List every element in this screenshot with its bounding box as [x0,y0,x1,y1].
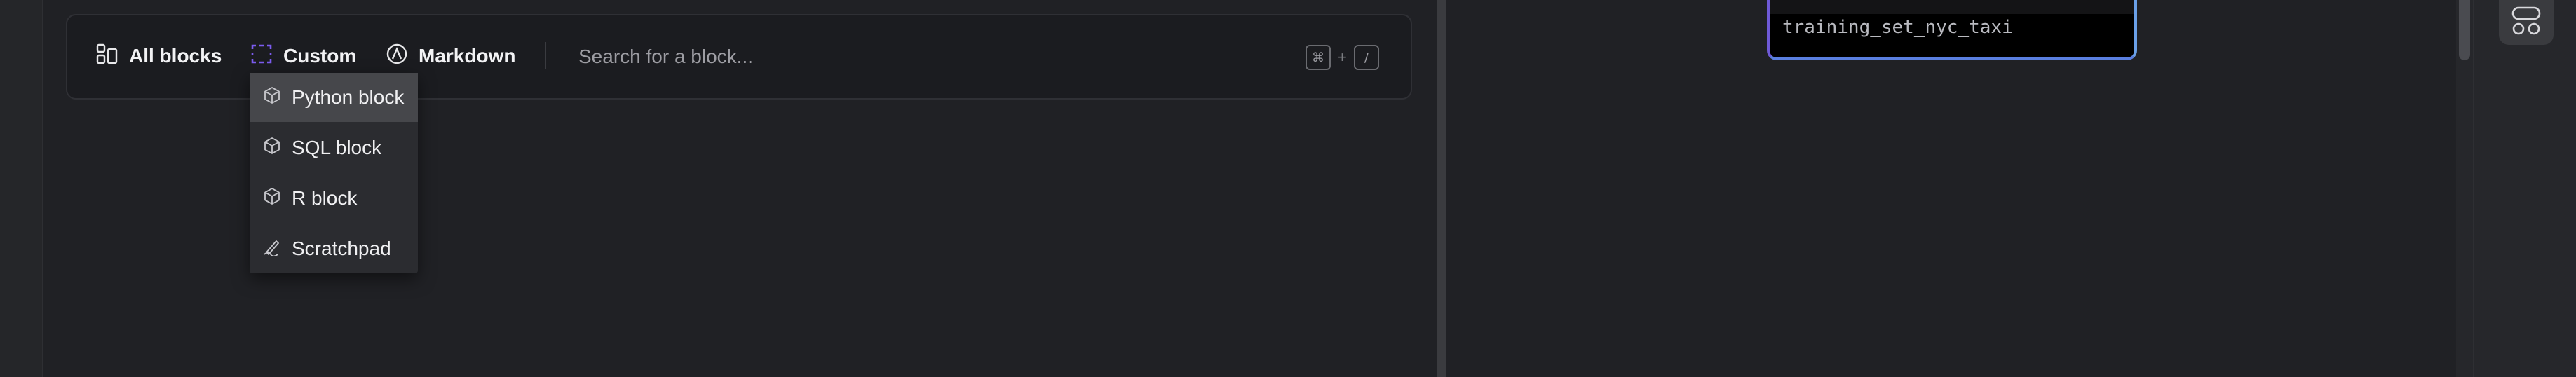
menu-item-label: Scratchpad [292,238,391,259]
vertical-scrollbar[interactable] [2456,0,2473,377]
left-gutter [0,0,43,377]
right-sidebar-rail [2473,0,2576,377]
menu-item-sql-block[interactable]: SQL block [250,123,418,172]
graph-node-block[interactable]: training_set_nyc_taxi [1767,0,2137,60]
custom-block-icon [250,42,273,71]
toggle-panel-button[interactable] [2499,0,2554,45]
blocks-icon [95,42,119,71]
block-search-input[interactable] [577,36,1211,77]
slash-key: / [1353,45,1379,70]
cube-icon [262,85,282,110]
all-blocks-button[interactable]: All blocks [95,42,222,70]
menu-item-label: R block [292,187,358,209]
custom-label: Custom [283,45,357,67]
menu-item-scratchpad[interactable]: Scratchpad [250,224,418,273]
menu-item-label: Python block [292,86,405,108]
markdown-button[interactable]: Markdown [385,42,515,70]
markdown-label: Markdown [419,45,516,67]
custom-button[interactable]: Custom [250,42,356,70]
settings-toggle-icon [2510,5,2542,41]
command-key-icon: ⌘ [1306,45,1331,70]
keyboard-shortcut-hint: ⌘ + / [1306,45,1379,70]
markdown-icon [385,42,409,71]
menu-item-label: SQL block [292,137,382,158]
menu-item-r-block[interactable]: R block [250,174,418,223]
cube-icon [262,136,282,160]
cube-icon [262,186,282,211]
toolbar-divider [545,42,546,69]
pane-splitter[interactable] [1437,0,1446,377]
node-header-strip [1770,0,2134,14]
custom-block-menu: Python block SQL block R block Scratchpa… [250,73,418,273]
node-label: training_set_nyc_taxi [1782,17,2013,38]
menu-item-python-block[interactable]: Python block [250,73,418,122]
pen-icon [262,237,282,261]
all-blocks-label: All blocks [129,45,222,67]
scrollbar-thumb[interactable] [2459,0,2470,60]
shortcut-plus: + [1338,48,1347,66]
